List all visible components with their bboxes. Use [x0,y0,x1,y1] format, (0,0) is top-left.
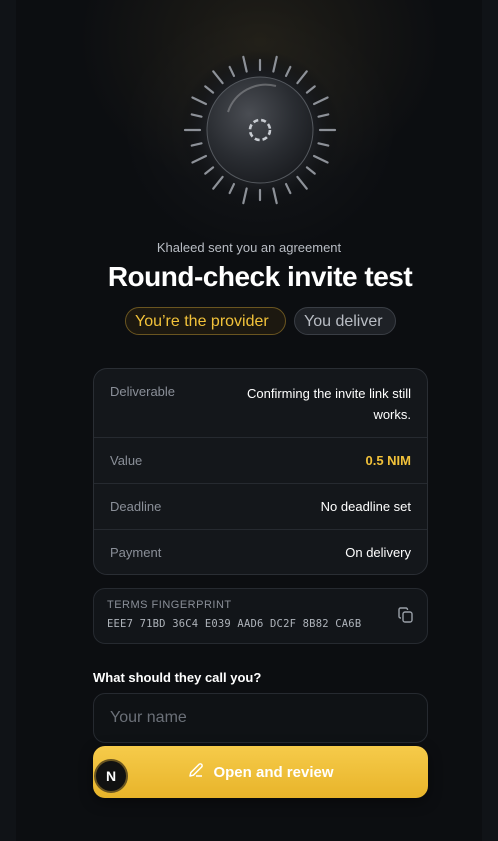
role-pill-deliver: You deliver [294,307,396,335]
detail-label: Value [110,453,143,468]
detail-value: On delivery [345,545,411,560]
terms-fingerprint-box: TERMS FINGERPRINT EEE7 71BD 36C4 E039 AA… [93,588,428,644]
fingerprint-label: TERMS FINGERPRINT [107,599,232,611]
sender-line: Khaleed sent you an agreement [156,240,342,255]
name-field-label: What should they call you? [93,670,262,685]
copy-icon[interactable] [397,606,415,624]
detail-row-payment: Payment On delivery [94,529,427,574]
detail-row-deadline: Deadline No deadline set [94,483,427,530]
left-frame [0,0,16,841]
name-input[interactable] [93,693,428,743]
detail-label: Deliverable [110,384,176,399]
detail-value: Confirming the invite link still works. [246,386,411,422]
detail-row-value: Value 0.5 NIM [94,437,427,484]
detail-value: No deadline set [320,499,411,514]
fingerprint-code: EEE7 71BD 36C4 E039 AAD6 DC2F 8B82 CA6B [107,618,362,630]
detail-label: Deadline [110,499,162,514]
open-and-review-button[interactable]: Open and review [93,746,428,798]
role-pill-provider: You’re the provider [125,307,286,335]
app-badge[interactable]: N [94,759,128,793]
right-frame [482,0,498,841]
detail-label: Payment [110,545,162,560]
detail-value: 0.5 NIM [365,453,411,468]
agreement-title: Round-check invite test [107,261,413,292]
open-and-review-label: Open and review [213,763,334,781]
pencil-icon [187,761,205,783]
detail-row-deliverable: Deliverable Confirming the invite link s… [94,369,427,438]
agreement-details-card: Deliverable Confirming the invite link s… [93,368,428,575]
dial-emblem [180,50,340,210]
